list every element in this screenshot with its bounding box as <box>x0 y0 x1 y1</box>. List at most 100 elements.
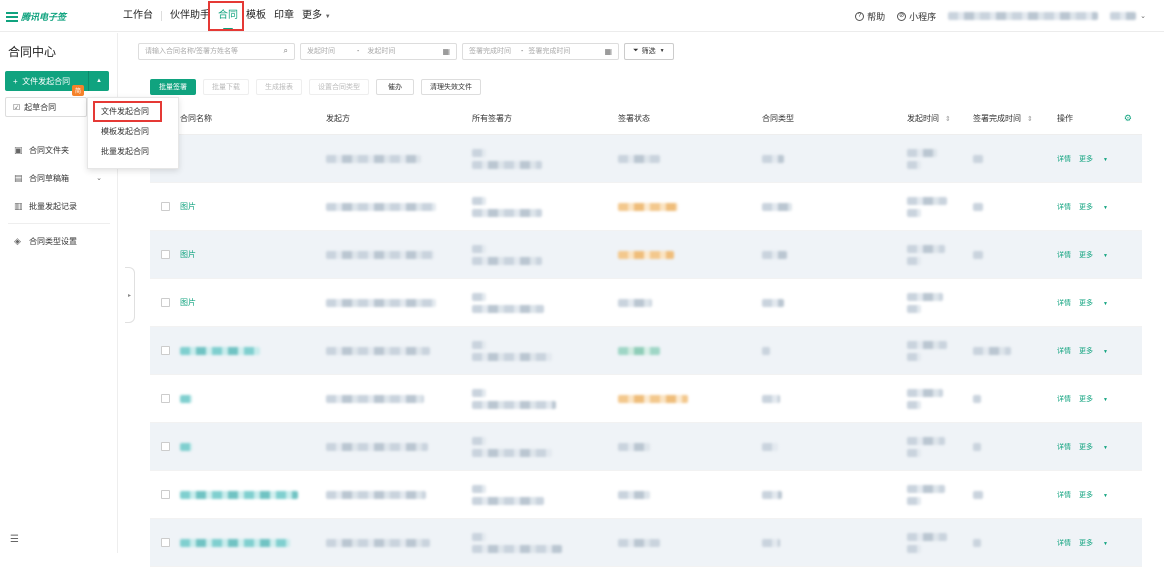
row-checkbox[interactable] <box>160 538 170 547</box>
nav-item-workbench[interactable]: 工作台 <box>119 0 157 32</box>
brand-logo[interactable]: 腾讯电子签 <box>6 10 66 23</box>
nav-item-seal[interactable]: 印章 <box>270 0 298 32</box>
filter-button[interactable]: ⏷ 筛选 ▼ <box>624 42 674 60</box>
detail-link[interactable]: 详情 <box>1057 394 1071 404</box>
table-row[interactable]: 详情 更多 ▼ <box>150 519 1142 567</box>
detail-link[interactable]: 详情 <box>1057 346 1071 356</box>
nav-item-more[interactable]: 更多 ▼ <box>298 0 335 32</box>
help-link[interactable]: ? 帮助 <box>855 10 885 23</box>
remind-button[interactable]: 催办 <box>376 79 414 95</box>
contract-name-link[interactable] <box>180 538 290 547</box>
nav-item-template[interactable]: 模板 <box>242 0 270 32</box>
contract-name-link[interactable] <box>180 442 192 451</box>
generate-report-button[interactable]: 生成报表 <box>256 79 302 95</box>
detail-link[interactable]: 详情 <box>1057 490 1071 500</box>
type-value <box>762 346 770 355</box>
clean-invalid-files-button[interactable]: 清理失效文件 <box>421 79 481 95</box>
signer-value <box>472 292 486 301</box>
header-start-label: 发起时间 <box>907 114 939 123</box>
nav-item-partner-assistant[interactable]: 伙伴助手 <box>166 0 214 32</box>
done-time-value <box>973 442 981 451</box>
caret-down-icon: ▼ <box>1102 492 1108 499</box>
start-time-value <box>907 544 921 553</box>
sidebar-item-label: 批量发起记录 <box>29 201 77 211</box>
signer-value <box>472 208 542 217</box>
detail-link[interactable]: 详情 <box>1057 538 1071 548</box>
table-row[interactable]: 详情 更多 ▼ <box>150 471 1142 519</box>
contract-name-link[interactable]: 图片 <box>180 201 196 212</box>
contract-name-link[interactable] <box>180 490 298 499</box>
sidebar-item-batch-record[interactable]: ▥ 批量发起记录 <box>0 192 118 220</box>
calendar-icon: ▦ <box>442 46 450 56</box>
signer-value <box>472 160 542 169</box>
start-time-value <box>907 256 921 265</box>
row-checkbox[interactable] <box>160 346 170 355</box>
file-initiate-contract-button[interactable]: + 文件发起合同 ▲ <box>5 71 109 91</box>
plus-icon: + <box>13 76 18 86</box>
row-checkbox[interactable] <box>160 490 170 499</box>
start-from-placeholder: 发起时间 <box>307 48 335 55</box>
contract-name-link[interactable] <box>180 346 260 355</box>
done-time-cell <box>973 183 1057 230</box>
more-menu[interactable]: 更多 ▼ <box>1079 202 1116 212</box>
done-time-range[interactable]: 签署完成时间 - 签署完成时间 ▦ <box>462 42 619 60</box>
batch-record-icon: ▥ <box>14 200 23 211</box>
chevron-down-icon[interactable]: ⌄ <box>1140 12 1146 20</box>
table-row[interactable]: 图片 详情 更多 ▼ <box>150 231 1142 279</box>
header-name: 合同名称 <box>180 114 212 123</box>
chevron-down-icon: ⌄ <box>96 175 102 182</box>
avatar[interactable] <box>1110 12 1137 20</box>
menu-toggle-icon[interactable]: ☰ <box>10 534 19 545</box>
sidebar-item-contract-type[interactable]: ◈ 合同类型设置 <box>0 227 118 255</box>
more-menu[interactable]: 更多 ▼ <box>1079 538 1116 548</box>
row-checkbox[interactable] <box>160 394 170 403</box>
more-menu[interactable]: 更多 ▼ <box>1079 250 1116 260</box>
more-menu[interactable]: 更多 ▼ <box>1079 490 1116 500</box>
start-to-placeholder: 发起时间 <box>367 48 396 55</box>
table-row[interactable]: 详情 更多 ▼ <box>150 375 1142 423</box>
sidebar-collapse-handle[interactable]: ▸ <box>125 267 135 323</box>
draft-contract-button[interactable]: ☑ 起草合同 <box>5 97 87 117</box>
initiator-cell <box>326 183 472 230</box>
detail-link[interactable]: 详情 <box>1057 442 1071 452</box>
contract-name-link[interactable] <box>180 394 192 403</box>
mini-program-link[interactable]: ⊘ 小程序 <box>897 10 936 23</box>
row-checkbox[interactable] <box>160 250 170 259</box>
type-value <box>762 442 778 451</box>
batch-download-button[interactable]: 批量下载 <box>203 79 249 95</box>
more-menu[interactable]: 更多 ▼ <box>1079 442 1116 452</box>
contract-name-link[interactable]: 图片 <box>180 249 196 260</box>
batch-sign-button[interactable]: 批量签署 <box>150 79 196 95</box>
settings-gear-icon[interactable]: ⚙ <box>1124 113 1132 124</box>
set-contract-type-button[interactable]: 设置合同类型 <box>309 79 369 95</box>
done-time-value <box>973 250 983 259</box>
dropdown-item-batch-initiate[interactable]: 批量发起合同 <box>88 142 178 162</box>
more-menu[interactable]: 更多 ▼ <box>1079 394 1116 404</box>
table-row[interactable]: 图片 详情 更多 ▼ <box>150 279 1142 327</box>
search-input[interactable]: 请输入合同名称/签署方姓名等 ⌕ <box>138 42 295 60</box>
table-row[interactable]: 详情 更多 ▼ <box>150 423 1142 471</box>
row-checkbox[interactable] <box>160 202 170 211</box>
dropdown-item-template-initiate[interactable]: 模板发起合同 <box>88 122 178 142</box>
header-start-time[interactable]: 发起时间 ⇕ <box>907 103 973 134</box>
caret-up-icon[interactable]: ▲ <box>88 71 109 91</box>
table-row[interactable]: 图片 详情 更多 ▼ <box>150 183 1142 231</box>
start-time-value <box>907 196 947 205</box>
detail-link[interactable]: 详情 <box>1057 250 1071 260</box>
header-ops-label: 操作 <box>1057 114 1073 123</box>
name-cell <box>180 519 326 566</box>
header-done-time[interactable]: 签署完成时间 ⇕ <box>973 103 1057 134</box>
table-row[interactable]: 详情 更多 ▼ <box>150 327 1142 375</box>
detail-link[interactable]: 详情 <box>1057 298 1071 308</box>
detail-link[interactable]: 详情 <box>1057 154 1071 164</box>
start-time-range[interactable]: 发起时间 - 发起时间 ▦ <box>300 42 457 60</box>
row-checkbox[interactable] <box>160 298 170 307</box>
more-menu[interactable]: 更多 ▼ <box>1079 298 1116 308</box>
detail-link[interactable]: 详情 <box>1057 202 1071 212</box>
more-menu[interactable]: 更多 ▼ <box>1079 154 1116 164</box>
account-info[interactable] <box>948 12 1099 20</box>
more-menu[interactable]: 更多 ▼ <box>1079 346 1116 356</box>
contract-name-link[interactable]: 图片 <box>180 297 196 308</box>
row-checkbox[interactable] <box>160 442 170 451</box>
table-row[interactable]: 详情 更多 ▼ <box>150 135 1142 183</box>
